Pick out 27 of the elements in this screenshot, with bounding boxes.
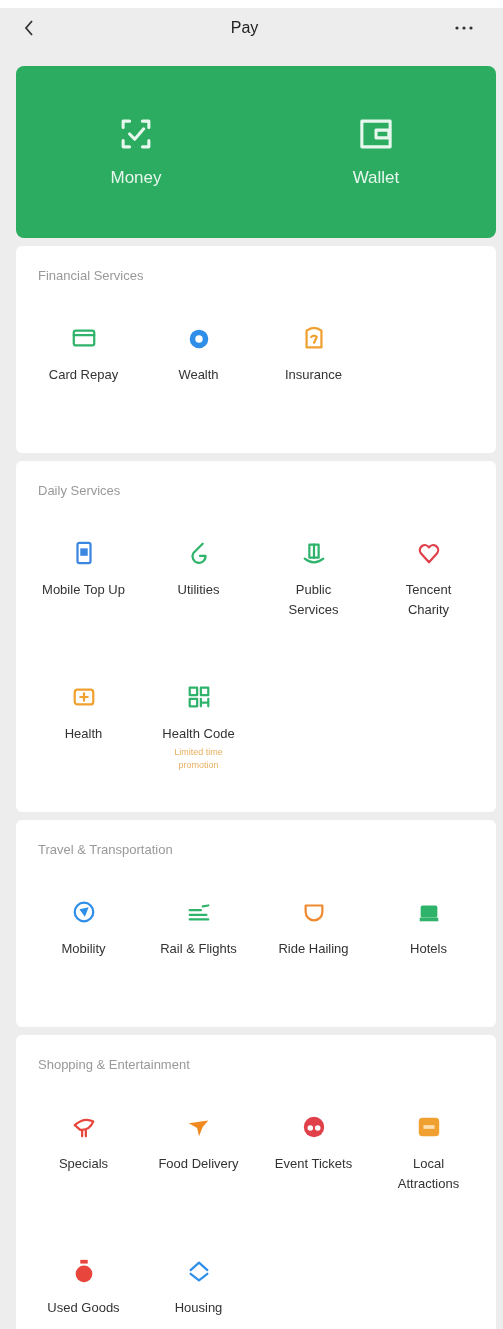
section-title: Financial Services [37,268,145,283]
page-title: Pay [230,19,259,37]
service-label[interactable]: Food Delivery [158,1154,239,1174]
service-label[interactable]: Health Code [162,724,235,744]
more-button[interactable] [455,26,473,30]
service-label[interactable]: Ride Hailing [278,939,349,959]
service-label[interactable]: Housing [174,1298,223,1318]
back-button[interactable] [24,19,34,37]
service-label[interactable]: Health [64,724,103,744]
section-title: Shopping & Entertainment [37,1057,191,1072]
service-label[interactable]: Rail & Flights [160,939,237,959]
service-label[interactable]: Mobile Top Up [42,580,125,600]
service-label[interactable]: Hotels [410,939,447,959]
section-title: Daily Services [37,483,122,498]
service-label[interactable]: Event Tickets [274,1154,353,1174]
service-label[interactable]: Mobility [61,939,106,959]
service-label[interactable]: Utilities [177,580,220,600]
service-label[interactable]: Card Repay [48,365,119,385]
service-label[interactable]: Used Goods [47,1298,120,1318]
service-label[interactable]: Insurance [284,365,343,385]
service-label[interactable]: Public Services [270,580,357,620]
service-label[interactable]: Wealth [178,365,219,385]
service-label[interactable]: Tencent Charity [385,580,472,620]
service-label[interactable]: Specials [58,1154,109,1174]
service-label[interactable]: Local Attractions [385,1154,472,1194]
section-title: Travel & Transportation [37,842,174,857]
promo-note: Limited time promotion [173,746,224,772]
